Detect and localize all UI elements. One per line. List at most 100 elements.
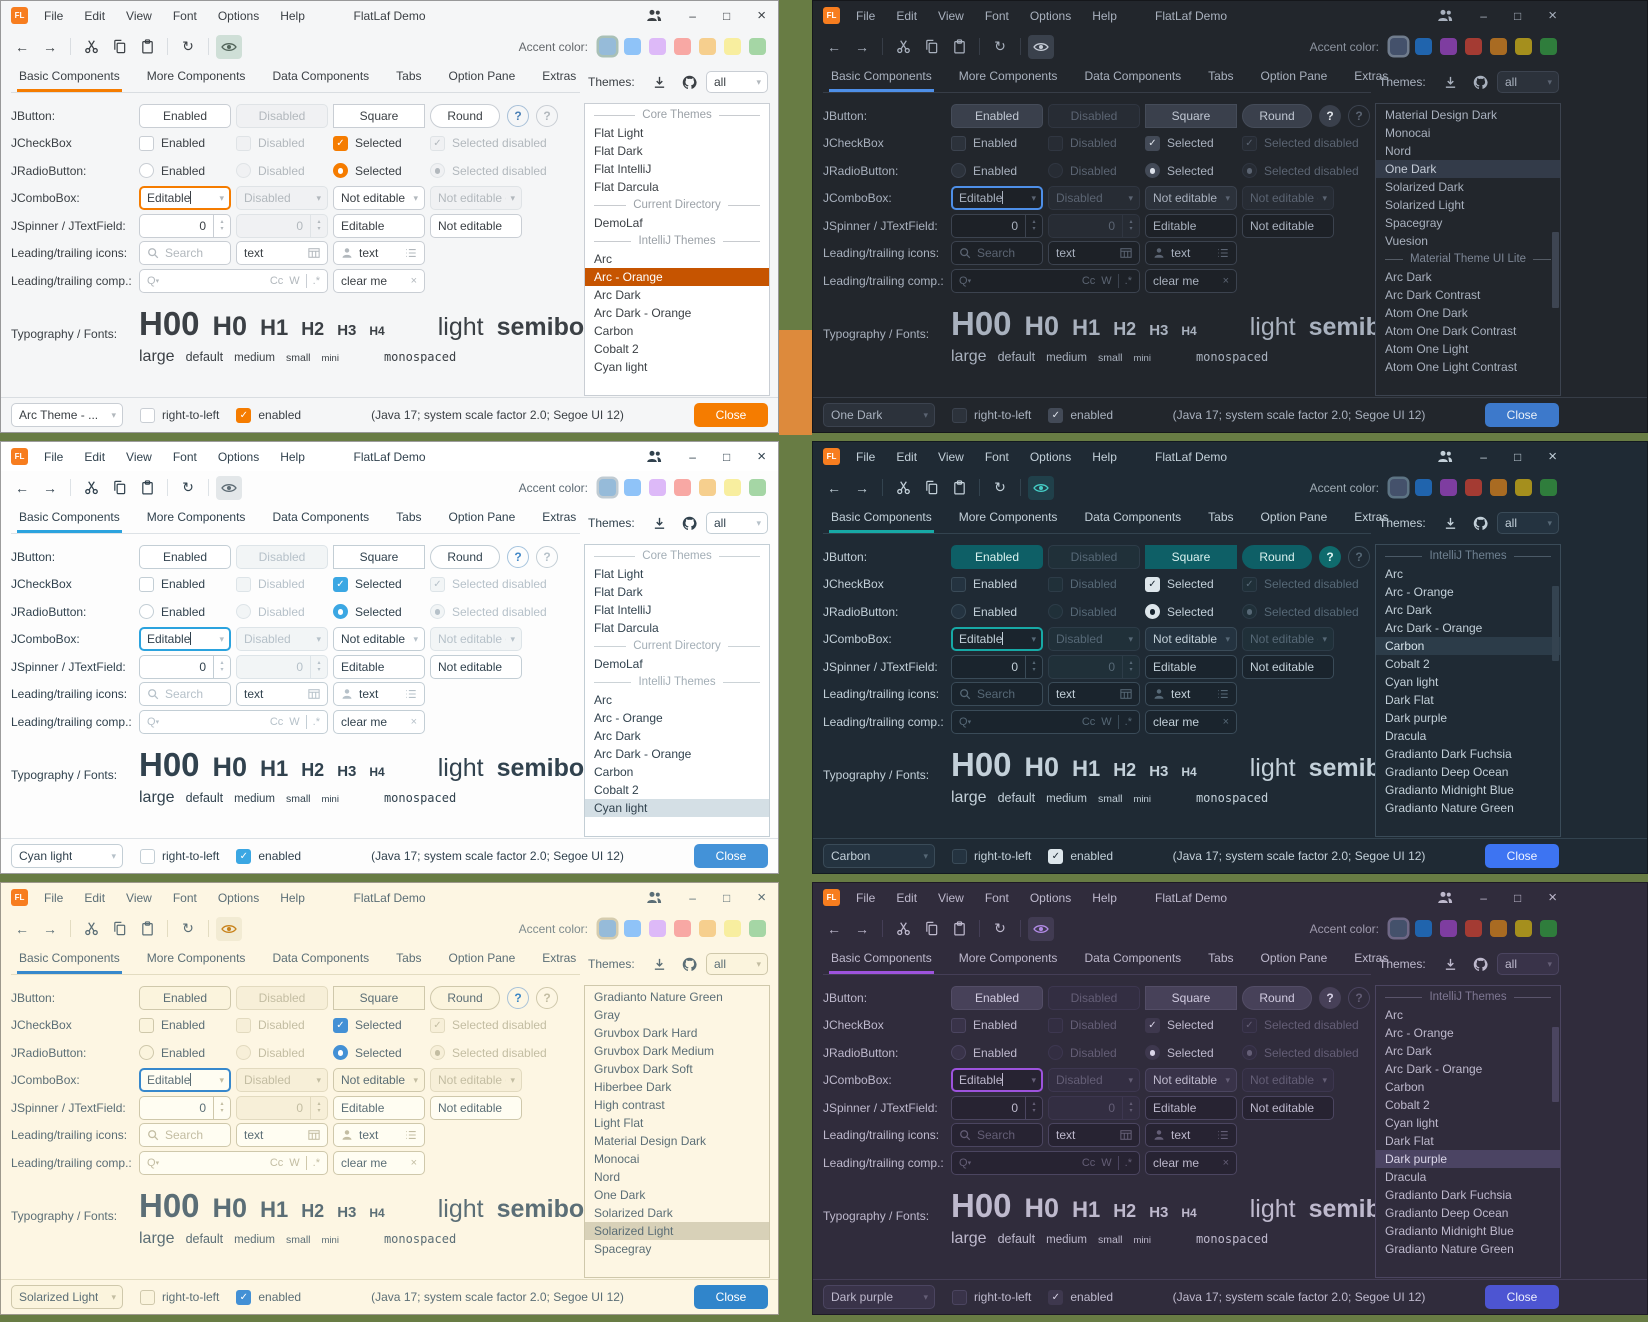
menu-help[interactable]: Help	[1092, 891, 1117, 905]
copy-icon[interactable]	[106, 35, 132, 59]
combobox-not-editable[interactable]: Not editable▾	[333, 1068, 425, 1092]
tab-tabs[interactable]: Tabs	[1206, 945, 1235, 974]
whole-words-toggle[interactable]: W	[289, 275, 299, 287]
back-button[interactable]: ←	[821, 35, 847, 59]
theme-list-item[interactable]: Atom One Dark Contrast	[1376, 322, 1560, 340]
accent-swatch-5[interactable]	[1515, 38, 1532, 55]
accent-swatch-2[interactable]	[649, 38, 666, 55]
search-options-icon[interactable]: Q▾	[147, 1157, 159, 1169]
theme-list-item[interactable]: Arc Dark Contrast	[1376, 286, 1560, 304]
enabled-checkbox[interactable]: ✓	[236, 849, 251, 864]
table-icon[interactable]	[308, 688, 320, 700]
checkbox-enabled[interactable]	[139, 577, 154, 592]
accent-swatch-3[interactable]	[674, 479, 691, 496]
text-input-person[interactable]: text	[1145, 682, 1237, 706]
menu-edit[interactable]: Edit	[84, 891, 105, 905]
back-button[interactable]: ←	[821, 917, 847, 941]
clear-icon[interactable]: ×	[1223, 275, 1229, 287]
accent-swatch-2[interactable]	[1440, 479, 1457, 496]
theme-list-item[interactable]: Arc Dark - Orange	[585, 745, 769, 763]
list-icon[interactable]	[1217, 688, 1229, 700]
list-icon[interactable]	[405, 1129, 417, 1141]
show-hidden-eye-toggle[interactable]	[1028, 476, 1054, 500]
theme-list-item[interactable]: Nord	[585, 1168, 769, 1186]
theme-list-item[interactable]: Flat Dark	[585, 142, 769, 160]
minimize-button[interactable]: –	[689, 891, 696, 905]
help-button[interactable]: ?	[507, 546, 529, 568]
theme-list-item[interactable]: Spacegray	[585, 1240, 769, 1258]
accent-swatch-2[interactable]	[649, 479, 666, 496]
cut-icon[interactable]	[78, 917, 104, 941]
theme-list-item[interactable]: Cyan light	[585, 799, 769, 817]
close-button[interactable]: Close	[694, 1285, 768, 1309]
whole-words-toggle[interactable]: W	[1101, 1157, 1111, 1169]
accent-swatch-6[interactable]	[749, 920, 766, 937]
cut-icon[interactable]	[890, 917, 916, 941]
theme-list-item[interactable]: Dark purple	[1376, 709, 1560, 727]
combobox-not-editable[interactable]: Not editable▾	[333, 186, 425, 210]
match-case-toggle[interactable]: Cc	[1082, 716, 1095, 728]
close-window-button[interactable]: ×	[757, 448, 766, 465]
accent-swatch-1[interactable]	[624, 479, 641, 496]
tab-data-components[interactable]: Data Components	[270, 504, 371, 533]
square-button[interactable]: Square	[333, 104, 425, 128]
radio-enabled[interactable]	[139, 163, 154, 178]
github-icon[interactable]	[1471, 513, 1489, 533]
clear-icon[interactable]: ×	[411, 1157, 417, 1169]
menu-options[interactable]: Options	[1030, 891, 1071, 905]
menu-file[interactable]: File	[44, 450, 63, 464]
menu-help[interactable]: Help	[1092, 450, 1117, 464]
tab-tabs[interactable]: Tabs	[1206, 504, 1235, 533]
forward-button[interactable]: →	[849, 35, 875, 59]
checkbox-enabled[interactable]	[951, 577, 966, 592]
tab-basic-components[interactable]: Basic Components	[829, 945, 934, 974]
accent-swatch-1[interactable]	[1415, 479, 1432, 496]
themes-filter-combo[interactable]: all▾	[706, 512, 768, 534]
square-button[interactable]: Square	[1145, 986, 1237, 1010]
list-icon[interactable]	[1217, 247, 1229, 259]
theme-list-item[interactable]: Carbon	[1376, 637, 1560, 655]
close-window-button[interactable]: ×	[757, 7, 766, 24]
minimize-button[interactable]: –	[1480, 891, 1487, 905]
whole-words-toggle[interactable]: W	[1101, 275, 1111, 287]
theme-list-item[interactable]: Gradianto Midnight Blue	[1376, 1222, 1560, 1240]
theme-list-item[interactable]: Gradianto Nature Green	[1376, 1240, 1560, 1258]
spinner[interactable]: 0▴▾	[139, 1096, 231, 1120]
menu-view[interactable]: View	[938, 450, 964, 464]
maximize-button[interactable]: □	[723, 891, 730, 905]
list-icon[interactable]	[405, 247, 417, 259]
users-icon[interactable]	[1437, 891, 1453, 904]
accent-swatch-0[interactable]	[599, 479, 616, 496]
paste-icon[interactable]	[946, 917, 972, 941]
tab-more-components[interactable]: More Components	[145, 63, 248, 92]
tab-more-components[interactable]: More Components	[957, 504, 1060, 533]
table-icon[interactable]	[308, 247, 320, 259]
menu-options[interactable]: Options	[1030, 9, 1071, 23]
menu-edit[interactable]: Edit	[84, 450, 105, 464]
close-button[interactable]: Close	[1485, 844, 1559, 868]
textfield-not-editable[interactable]: Not editable	[430, 655, 522, 679]
whole-words-toggle[interactable]: W	[1101, 716, 1111, 728]
themes-filter-combo[interactable]: all▾	[706, 953, 768, 975]
theme-list-item[interactable]: Light Flat	[585, 1114, 769, 1132]
tab-option-pane[interactable]: Option Pane	[447, 504, 518, 533]
accent-swatch-2[interactable]	[1440, 920, 1457, 937]
copy-icon[interactable]	[918, 476, 944, 500]
accent-swatch-4[interactable]	[1490, 920, 1507, 937]
menu-view[interactable]: View	[126, 891, 152, 905]
minimize-button[interactable]: –	[689, 450, 696, 464]
theme-list-item[interactable]: Arc Dark	[1376, 601, 1560, 619]
accent-swatch-5[interactable]	[724, 38, 741, 55]
paste-icon[interactable]	[946, 476, 972, 500]
combobox-not-editable[interactable]: Not editable▾	[1145, 186, 1237, 210]
menu-help[interactable]: Help	[280, 891, 305, 905]
theme-list-item[interactable]: Flat Darcula	[585, 619, 769, 637]
regex-toggle[interactable]: .*	[313, 275, 320, 287]
whole-words-toggle[interactable]: W	[289, 716, 299, 728]
theme-selector-combo[interactable]: Arc Theme - ...▾	[11, 403, 123, 427]
tab-option-pane[interactable]: Option Pane	[447, 945, 518, 974]
accent-swatch-3[interactable]	[674, 920, 691, 937]
theme-list-item[interactable]: Gradianto Dark Fuchsia	[1376, 1186, 1560, 1204]
tab-tabs[interactable]: Tabs	[394, 504, 423, 533]
textfield-editable[interactable]: Editable	[1145, 1096, 1237, 1120]
